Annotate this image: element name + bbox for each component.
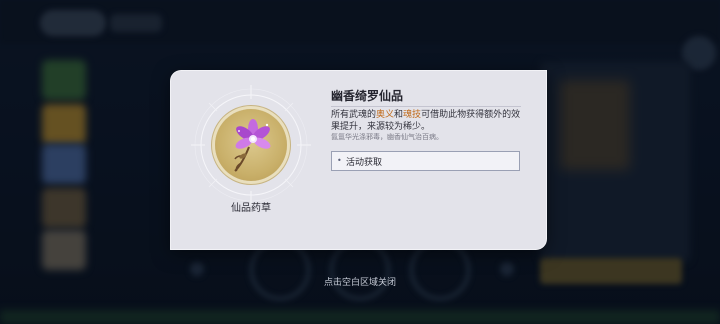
description-text: 所有武魂的 [331,110,377,120]
purple-flower-icon [234,119,271,172]
description-highlight: 魂技 [403,110,422,120]
item-description: 所有武魂的奥义和魂技可借助此物获得额外的效果提升，来源较为稀少。 [331,109,526,133]
item-flavor-text: 氤氲华光涤邪毒，幽香仙气治百病。 [331,133,443,141]
item-title: 幽香绮罗仙品 [331,89,404,103]
item-medallion [215,109,287,181]
description-text: 和 [394,110,404,120]
close-hint: 点击空白区域关闭 [323,278,396,288]
description-highlight: 奥义 [376,110,395,120]
title-divider [331,106,521,107]
item-source-label: 活动获取 [346,158,383,168]
item-tooltip-card: 仙品药草 幽香绮罗仙品 所有武魂的奥义和魂技可借助此物获得额外的效果提升，来源较… [171,71,546,249]
item-source-entry[interactable]: • 活动获取 [331,151,520,171]
item-icon-area: 仙品药草 [171,71,331,249]
item-category: 仙品药草 [231,203,271,214]
bullet-dot-icon: • [337,156,342,165]
